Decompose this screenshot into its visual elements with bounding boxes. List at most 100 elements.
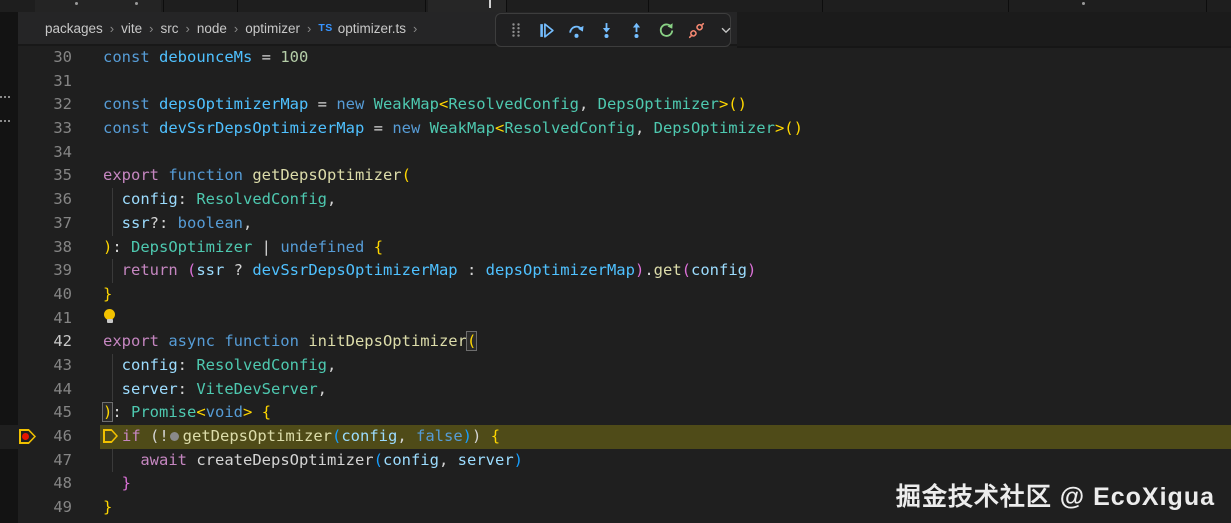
code-line[interactable]: 31 <box>0 70 1231 94</box>
code-token: void <box>205 403 244 422</box>
chevron-down-icon[interactable] <box>714 18 738 42</box>
step-out-icon[interactable] <box>624 18 648 42</box>
code-token: ? <box>224 261 253 280</box>
code-token: ) <box>462 427 473 445</box>
code-token: , <box>243 213 253 232</box>
breadcrumb-item-packages[interactable]: packages <box>45 21 103 36</box>
code-token: = <box>252 48 281 66</box>
code-line[interactable]: 35 export function getDepsOptimizer( <box>0 164 1231 188</box>
code-token: ( <box>465 331 478 352</box>
tab-separator <box>425 0 426 12</box>
restart-icon[interactable] <box>654 18 678 42</box>
breadcrumb-item-optimizer.ts[interactable]: optimizer.ts <box>338 21 406 36</box>
code-token: getDepsOptimizer <box>252 166 402 185</box>
line-number[interactable]: 30 <box>0 46 72 70</box>
code-line[interactable]: 46 if (! getDepsOptimizer(config, false)) … <box>0 425 1231 449</box>
line-number[interactable]: 45 <box>0 401 72 425</box>
code-line[interactable]: 37 ssr?: boolean, <box>0 211 1231 236</box>
code-token: Promise <box>131 403 197 422</box>
line-number[interactable]: 46 <box>0 425 72 449</box>
code-token: , <box>438 450 458 469</box>
code-line[interactable]: 41 <box>0 307 1231 331</box>
breadcrumb-item-optimizer[interactable]: optimizer <box>245 21 300 36</box>
code-token: depsOptimizerMap <box>485 261 635 280</box>
code-line[interactable]: 40} <box>0 283 1231 307</box>
code-token: ( <box>401 166 411 185</box>
lightbulb-icon[interactable] <box>103 308 116 326</box>
code-line[interactable]: 42 export async function initDepsOptimize… <box>0 330 1231 354</box>
tab-remnant[interactable] <box>35 0 161 12</box>
line-number[interactable]: 48 <box>0 472 72 496</box>
line-number[interactable]: 35 <box>0 164 72 188</box>
code-line[interactable]: 45): Promise<void> { <box>0 401 1231 425</box>
code-token: : <box>112 237 132 256</box>
code-line-content: ): DepsOptimizer | undefined { <box>103 236 383 260</box>
code-line[interactable]: 33 const devSsrDepsOptimizerMap = new Wea… <box>0 117 1231 141</box>
continue-icon[interactable] <box>534 18 558 42</box>
line-number[interactable]: 32 <box>0 93 72 117</box>
code-editor[interactable]: 30 const debounceMs = 100 31 32 const depsOp… <box>0 46 1231 520</box>
code-token: } <box>103 474 131 493</box>
code-line[interactable]: 47 await createDepsOptimizer(config, ser… <box>0 448 1231 473</box>
code-token: , <box>317 379 328 398</box>
line-number[interactable]: 47 <box>0 449 72 473</box>
step-over-icon[interactable] <box>564 18 588 42</box>
line-number[interactable]: 33 <box>0 117 72 141</box>
breadcrumb-item-vite[interactable]: vite <box>121 21 142 36</box>
code-line-content: return (ssr ? devSsrDepsOptimizerMap : d… <box>103 259 757 283</box>
code-line[interactable]: 38 ): DepsOptimizer | undefined { <box>0 236 1231 260</box>
code-line-content: server: ViteDevServer, <box>103 378 327 402</box>
code-token: ResolvedConfig <box>196 190 327 209</box>
code-token: , <box>327 355 337 374</box>
code-token: if <box>122 427 150 445</box>
code-line[interactable]: 32 const depsOptimizerMap = new WeakMap<R… <box>0 93 1231 117</box>
line-number[interactable]: 38 <box>0 236 72 260</box>
line-number[interactable]: 37 <box>0 212 72 236</box>
code-token: config <box>691 261 747 280</box>
editor-header-spacer <box>737 12 1231 48</box>
code-token: await <box>140 450 197 469</box>
gripper-icon[interactable] <box>504 18 528 42</box>
tab-remnant-active[interactable] <box>428 0 506 12</box>
breadcrumb-separator: › <box>233 20 239 36</box>
code-token: config <box>382 450 439 469</box>
step-into-icon[interactable] <box>594 18 618 42</box>
tab-separator <box>506 0 507 12</box>
code-token: { <box>373 237 384 256</box>
line-number[interactable]: 42 <box>0 330 72 354</box>
code-token: server <box>457 450 514 469</box>
code-token: ResolvedConfig <box>448 95 579 114</box>
line-number[interactable]: 40 <box>0 283 72 307</box>
tab-separator <box>163 0 164 12</box>
code-line[interactable]: 36 config: ResolvedConfig, <box>0 188 1231 212</box>
inline-breakpoint-dot-icon <box>169 432 179 441</box>
code-line[interactable]: 30 const debounceMs = 100 <box>0 46 1231 70</box>
line-number[interactable]: 31 <box>0 70 72 94</box>
code-line[interactable]: 39 return (ssr ? devSsrDepsOptimizerMap … <box>0 259 1231 283</box>
code-token: , <box>327 190 337 209</box>
code-token: = <box>308 95 337 114</box>
breadcrumb-item-node[interactable]: node <box>197 21 227 36</box>
code-line[interactable]: 43 config: ResolvedConfig, <box>0 353 1231 378</box>
line-number[interactable]: 36 <box>0 188 72 212</box>
code-token: = <box>364 119 393 138</box>
code-line-content: } <box>103 496 112 520</box>
code-token: { <box>261 403 272 422</box>
code-token: DepsOptimizer <box>131 237 253 256</box>
lightbulb-base <box>106 318 113 323</box>
disconnect-icon[interactable] <box>684 18 708 42</box>
code-line-content: ssr?: boolean, <box>103 212 253 236</box>
line-number[interactable]: 39 <box>0 259 72 283</box>
code-line[interactable]: 44 server: ViteDevServer, <box>0 377 1231 402</box>
line-number[interactable]: 44 <box>0 378 72 402</box>
code-token: > <box>243 403 253 422</box>
line-number[interactable]: 43 <box>0 354 72 378</box>
line-number[interactable]: 41 <box>0 307 72 331</box>
breadcrumb-item-src[interactable]: src <box>161 21 179 36</box>
code-line[interactable]: 34 <box>0 141 1231 165</box>
line-number[interactable]: 34 <box>0 141 72 165</box>
code-token: const <box>103 48 159 66</box>
line-number[interactable]: 49 <box>0 496 72 520</box>
